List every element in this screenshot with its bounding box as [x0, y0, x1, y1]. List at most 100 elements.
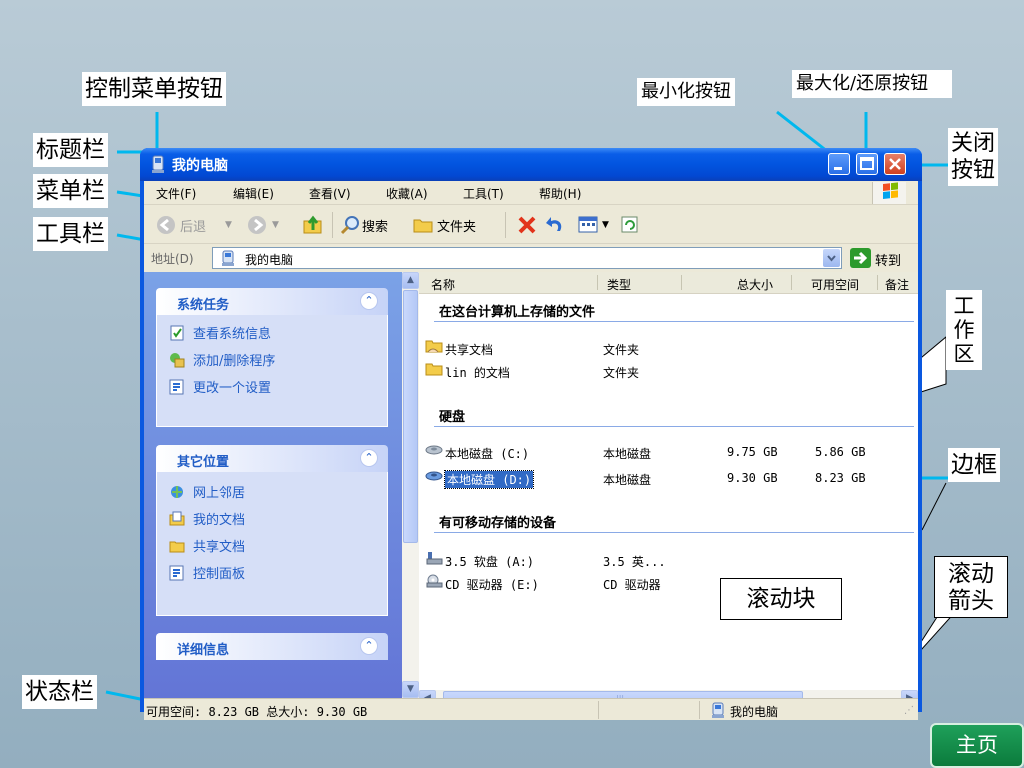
task-pane-scrollbar[interactable]: ▲ ▼	[402, 272, 419, 698]
callout-tool-bar: 工具栏	[33, 217, 108, 251]
column-header: 名称 类型 总大小 可用空间 备注	[419, 272, 918, 294]
column-type[interactable]: 类型	[607, 276, 631, 293]
folders-button[interactable]: 文件夹	[437, 216, 476, 235]
address-value: 我的电脑	[245, 253, 294, 267]
group-divider	[434, 426, 914, 427]
callout-close-line: 关闭	[951, 131, 996, 156]
system-tasks-panel: 系统任务 ⌃ 查看系统信息 添加/删除程序 更改一个设置	[156, 288, 388, 427]
system-tasks-header[interactable]: 系统任务 ⌃	[156, 288, 388, 315]
window-body: 文件(F) 编辑(E) 查看(V) 收藏(A) 工具(T) 帮助(H) 后退 ▼	[144, 181, 918, 720]
menu-edit[interactable]: 编辑(E)	[233, 185, 274, 202]
minimize-button[interactable]	[828, 153, 850, 175]
menu-favorites[interactable]: 收藏(A)	[386, 185, 428, 202]
other-places-header[interactable]: 其它位置 ⌃	[156, 445, 388, 472]
callout-work-area-char: 工	[953, 294, 975, 318]
back-button[interactable]: 后退	[180, 216, 206, 235]
menu-help[interactable]: 帮助(H)	[539, 185, 581, 202]
close-icon	[889, 158, 901, 170]
menu-tools[interactable]: 工具(T)	[463, 185, 504, 202]
status-separator	[699, 701, 700, 719]
place-my-documents[interactable]: 我的文档	[169, 509, 245, 529]
details-header[interactable]: 详细信息 ⌃	[156, 633, 388, 660]
place-network[interactable]: 网上邻居	[169, 482, 245, 502]
resize-grip-icon[interactable]: ⋰	[904, 705, 914, 716]
column-separator[interactable]	[597, 275, 598, 290]
menu-bar: 文件(F) 编辑(E) 查看(V) 收藏(A) 工具(T) 帮助(H)	[144, 181, 918, 205]
views-icon[interactable]	[578, 215, 600, 235]
menu-view[interactable]: 查看(V)	[309, 185, 351, 202]
maximize-icon	[860, 157, 874, 170]
forward-dropdown-icon[interactable]: ▼	[272, 220, 279, 230]
panel-title: 详细信息	[177, 643, 230, 658]
maximize-button[interactable]	[856, 153, 878, 175]
collapse-chevron-icon[interactable]: ⌃	[360, 292, 378, 310]
undo-icon[interactable]	[544, 214, 566, 236]
views-dropdown-icon[interactable]: ▼	[602, 220, 609, 230]
work-area: 名称 类型 总大小 可用空间 备注 在这台计算机上存储的文件 共享文档 文件夹 …	[419, 272, 918, 698]
task-view-system-info[interactable]: 查看系统信息	[169, 323, 271, 343]
go-arrow-icon	[854, 251, 868, 265]
column-separator[interactable]	[877, 275, 878, 290]
collapse-chevron-icon[interactable]: ⌃	[360, 449, 378, 467]
my-computer-icon	[222, 250, 234, 266]
hard-drive-icon	[425, 471, 443, 481]
column-separator[interactable]	[681, 275, 682, 290]
back-arrow-icon[interactable]	[156, 215, 176, 235]
home-button[interactable]: 主页	[930, 723, 1024, 768]
scroll-down-arrow[interactable]: ▼	[402, 681, 419, 698]
task-change-setting[interactable]: 更改一个设置	[169, 377, 271, 397]
my-computer-icon[interactable]	[149, 155, 167, 174]
place-label: 我的文档	[193, 513, 246, 528]
list-item[interactable]: 共享文档 文件夹	[425, 339, 915, 359]
list-item[interactable]: lin 的文档 文件夹	[425, 362, 915, 382]
forward-arrow-icon[interactable]	[247, 215, 267, 235]
item-size: 9.30 GB	[727, 471, 778, 485]
address-dropdown-button[interactable]	[823, 249, 840, 267]
column-separator[interactable]	[791, 275, 792, 290]
address-bar: 地址(D) 我的电脑 转到	[144, 245, 918, 271]
list-item-selected[interactable]: 本地磁盘 (D:) 本地磁盘 9.30 GB 8.23 GB	[425, 469, 915, 489]
place-control-panel[interactable]: 控制面板	[169, 563, 245, 583]
search-icon[interactable]	[340, 215, 360, 235]
collapse-chevron-icon[interactable]: ⌃	[360, 637, 378, 655]
close-button[interactable]	[884, 153, 906, 175]
column-comment[interactable]: 备注	[885, 276, 909, 293]
group-stored-files: 在这台计算机上存储的文件	[439, 305, 596, 320]
status-bar: 可用空间: 8.23 GB 总大小: 9.30 GB 我的电脑 ⋰	[144, 698, 918, 720]
floppy-drive-icon	[426, 552, 443, 565]
go-button[interactable]	[850, 248, 871, 268]
title-bar[interactable]: 我的电脑	[140, 148, 922, 181]
address-label: 地址(D)	[151, 252, 194, 266]
task-label: 查看系统信息	[193, 327, 272, 342]
go-label[interactable]: 转到	[875, 250, 901, 269]
callout-border: 边框	[948, 448, 1000, 482]
sync-icon[interactable]	[621, 216, 639, 234]
menu-file[interactable]: 文件(F)	[156, 185, 196, 202]
my-computer-window: 我的电脑 文件(F) 编辑(E) 查看(V) 收藏(A) 工具(T) 帮助(H)	[140, 148, 922, 720]
folders-icon[interactable]	[412, 216, 434, 234]
item-free: 8.23 GB	[815, 471, 866, 485]
search-button[interactable]: 搜索	[362, 216, 388, 235]
place-shared-documents[interactable]: 共享文档	[169, 536, 245, 556]
back-dropdown-icon[interactable]: ▼	[225, 220, 232, 230]
column-name[interactable]: 名称	[431, 276, 455, 293]
task-add-remove-programs[interactable]: 添加/删除程序	[169, 350, 275, 370]
task-label: 添加/删除程序	[193, 354, 276, 369]
address-input[interactable]: 我的电脑	[212, 247, 842, 269]
scroll-up-arrow[interactable]: ▲	[402, 272, 419, 289]
windows-flag-icon	[883, 182, 898, 199]
vertical-scroll-thumb[interactable]	[403, 290, 418, 543]
list-item[interactable]: 3.5 软盘 (A:) 3.5 英...	[425, 551, 915, 571]
hard-drive-icon	[425, 445, 443, 455]
column-size[interactable]: 总大小	[737, 276, 773, 293]
system-info-icon	[170, 325, 184, 341]
column-free[interactable]: 可用空间	[811, 276, 859, 293]
item-name: CD 驱动器 (E:)	[445, 578, 539, 592]
network-icon	[171, 486, 183, 498]
up-folder-icon[interactable]	[302, 214, 324, 236]
details-panel: 详细信息 ⌃	[156, 633, 388, 660]
shared-folder-icon	[425, 340, 443, 353]
list-item[interactable]: 本地磁盘 (C:) 本地磁盘 9.75 GB 5.86 GB	[425, 443, 915, 463]
delete-icon[interactable]	[516, 214, 538, 236]
place-label: 共享文档	[193, 540, 246, 555]
